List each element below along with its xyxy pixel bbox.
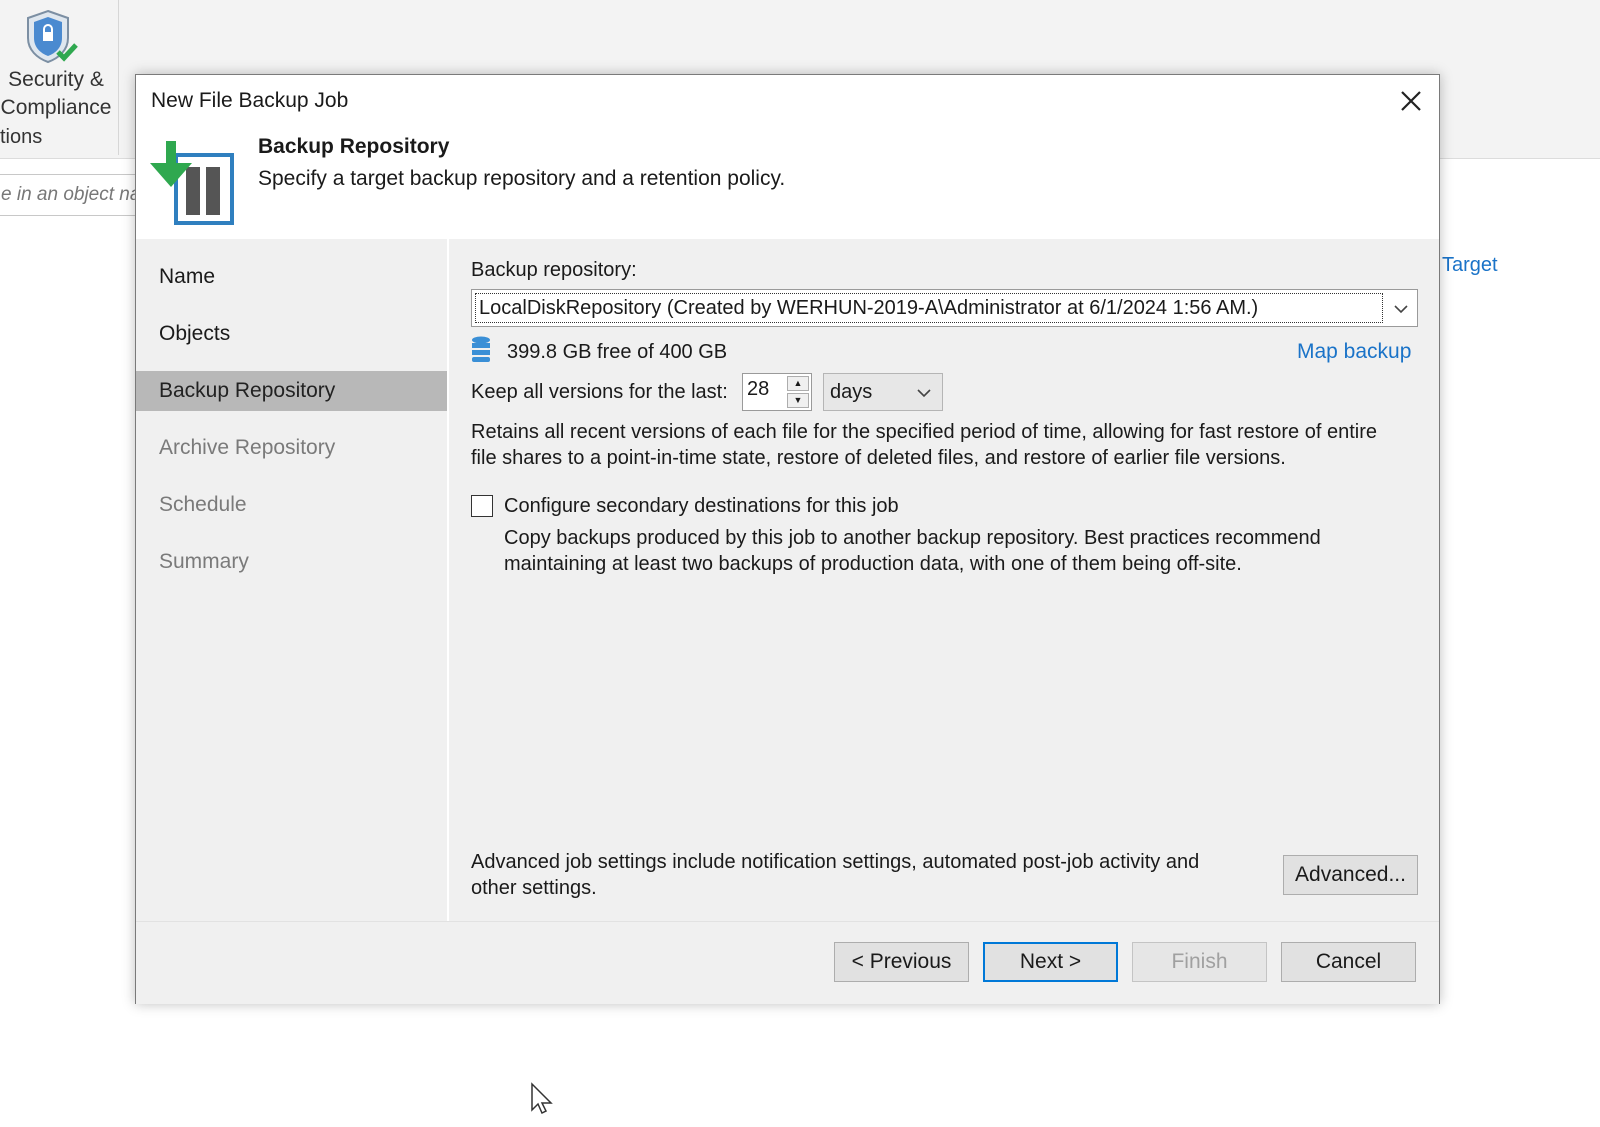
secondary-description: Copy backups produced by this job to ano…	[504, 525, 1321, 577]
shield-lock-icon	[27, 9, 78, 64]
wizard-steps: Name Objects Backup Repository Archive R…	[136, 239, 447, 921]
new-file-backup-job-dialog: New File Backup Job Backup Repository Sp…	[135, 74, 1440, 1004]
step-content: Backup repository: LocalDiskRepository (…	[449, 239, 1439, 921]
chevron-down-icon	[917, 389, 931, 398]
advanced-description: Advanced job settings include notificati…	[471, 849, 1199, 901]
retention-unit-value: days	[830, 381, 873, 403]
step-schedule[interactable]: Schedule	[136, 485, 447, 525]
step-objects[interactable]: Objects	[136, 314, 447, 354]
target-link[interactable]: Target	[1442, 254, 1498, 277]
secondary-destinations-label[interactable]: Configure secondary destinations for thi…	[504, 495, 899, 518]
database-icon	[472, 336, 490, 362]
advanced-button[interactable]: Advanced...	[1283, 855, 1418, 895]
retention-description-line1: Retains all recent versions of each file…	[471, 421, 1378, 443]
close-icon[interactable]	[1397, 87, 1425, 115]
ribbon-label-line2: Compliance	[0, 96, 112, 119]
previous-button[interactable]: < Previous	[834, 942, 969, 982]
retention-description: Retains all recent versions of each file…	[471, 419, 1377, 471]
object-search-input[interactable]: e in an object na	[0, 174, 146, 216]
repository-value: LocalDiskRepository (Created by WERHUN-2…	[475, 293, 1383, 323]
dialog-footer: < Previous Next > Finish Cancel	[136, 921, 1439, 1004]
secondary-destinations-checkbox[interactable]	[471, 495, 493, 517]
secondary-description-line1: Copy backups produced by this job to ano…	[504, 527, 1321, 549]
header-title: Backup Repository	[258, 135, 450, 158]
next-button[interactable]: Next >	[983, 942, 1118, 982]
header-subtitle: Specify a target backup repository and a…	[258, 167, 786, 190]
chevron-down-icon	[1394, 305, 1408, 314]
keep-versions-label: Keep all versions for the last:	[471, 381, 728, 403]
cancel-button[interactable]: Cancel	[1281, 942, 1416, 982]
backup-repository-icon	[150, 141, 234, 225]
advanced-description-line2: other settings.	[471, 877, 597, 899]
finish-button: Finish	[1132, 942, 1267, 982]
stepper-down-icon[interactable]: ▼	[787, 393, 809, 408]
advanced-description-line1: Advanced job settings include notificati…	[471, 851, 1200, 873]
ribbon-label-line1: Security &	[8, 68, 104, 91]
step-name[interactable]: Name	[136, 257, 447, 297]
repository-select[interactable]: LocalDiskRepository (Created by WERHUN-2…	[471, 289, 1418, 327]
secondary-description-line2: maintaining at least two backups of prod…	[504, 553, 1242, 575]
mouse-cursor-icon	[531, 1082, 553, 1115]
search-placeholder: e in an object na	[1, 184, 141, 205]
step-summary[interactable]: Summary	[136, 542, 447, 582]
retention-description-line2: file shares to a point-in-time state, re…	[471, 447, 1286, 469]
repository-label: Backup repository:	[471, 259, 637, 281]
retention-unit-select[interactable]: days	[823, 373, 943, 411]
keep-versions-stepper[interactable]: 28 ▲ ▼	[742, 373, 812, 411]
keep-versions-value: 28	[747, 378, 770, 400]
dialog-title: New File Backup Job	[151, 89, 349, 112]
security-compliance-button[interactable]: Security & Compliance tions	[0, 0, 119, 155]
ribbon-group-label: tions	[0, 126, 43, 148]
free-space-text: 399.8 GB free of 400 GB	[507, 341, 728, 363]
map-backup-link[interactable]: Map backup	[1297, 340, 1411, 364]
stepper-up-icon[interactable]: ▲	[787, 376, 809, 391]
step-backup-repository[interactable]: Backup Repository	[136, 371, 447, 411]
step-archive-repository[interactable]: Archive Repository	[136, 428, 447, 468]
